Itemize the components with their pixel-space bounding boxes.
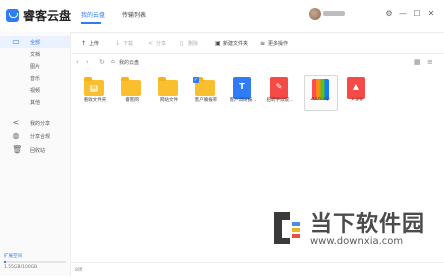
- folder-icon: ▭: [12, 37, 20, 46]
- more-actions-button[interactable]: ≡ 更多操作: [260, 40, 288, 48]
- avatar[interactable]: [309, 8, 321, 20]
- back-arrow-icon[interactable]: ‹: [76, 58, 79, 66]
- tab-transfer-list[interactable]: 传输列表: [122, 10, 146, 19]
- sidebar-item-my-share[interactable]: < 我的分享: [0, 117, 70, 129]
- upload-icon: ↑: [81, 40, 87, 47]
- download-button[interactable]: ↓ 下载: [115, 40, 133, 48]
- path-bar: ‹ › ↻ ⌂ 我的云盘 ▦ ≡: [71, 54, 444, 70]
- username-placeholder[interactable]: [323, 11, 345, 16]
- upload-button[interactable]: ↑ 上传: [81, 40, 99, 48]
- list-view-icon[interactable]: ≡: [427, 58, 433, 66]
- document-icon: T: [233, 77, 251, 99]
- share-button[interactable]: < 分享: [148, 40, 166, 48]
- watermark: 当下软件园 www.downxia.com: [268, 198, 444, 276]
- file-item-folder-website[interactable]: [153, 77, 185, 113]
- watermark-url: www.downxia.com: [310, 236, 404, 247]
- file-item-folder-receive[interactable]: ✉: [79, 77, 111, 113]
- app-brand: 睿客云盘: [23, 9, 72, 23]
- tab-my-cloud[interactable]: 我的云盘: [81, 10, 105, 19]
- gear-icon[interactable]: ⚙: [384, 9, 394, 19]
- trash-icon: ▯: [180, 40, 184, 47]
- folder-icon: [158, 77, 178, 96]
- sidebar-item-videos[interactable]: 视频: [0, 84, 70, 96]
- sidebar-item-all[interactable]: ▭ 全部: [0, 36, 70, 48]
- watermark-logo-icon: [274, 212, 300, 244]
- file-item-zip[interactable]: [304, 75, 338, 113]
- file-name: 看收文件夹: [83, 98, 107, 103]
- file-name: 客户调研报...: [229, 98, 257, 103]
- sidebar-item-others[interactable]: 其他: [0, 96, 70, 108]
- more-icon: ≡: [260, 40, 266, 47]
- file-name: 招聘手续说...: [266, 98, 294, 103]
- breadcrumb-my-cloud[interactable]: 我的云盘: [119, 59, 139, 66]
- toolbar: ↑ 上传 ↓ 下载 < 分享 ▯ 删除 ▣ 新建文件夹 ≡ 更多操作: [71, 33, 444, 54]
- storage-progress-fill: [4, 261, 6, 263]
- refresh-icon[interactable]: ↻: [99, 58, 105, 66]
- share-icon: <: [148, 40, 154, 47]
- active-tab-indicator: [81, 22, 101, 24]
- storage-expand-link[interactable]: 扩展空间: [4, 253, 22, 259]
- sidebar-item-recycle-bin[interactable]: 🗑 回收站: [0, 144, 70, 156]
- image-file-icon: ▲: [347, 77, 365, 99]
- trash-icon: 🗑: [12, 145, 23, 154]
- forward-arrow-icon[interactable]: ›: [86, 58, 89, 66]
- app-logo-icon: [6, 9, 19, 22]
- file-name: 2005.zip: [310, 97, 330, 102]
- storage-usage-text: 1.55GB/100GB: [4, 265, 38, 270]
- folder-icon: ✉: [84, 77, 104, 96]
- share-icon: <: [12, 118, 20, 127]
- envelope-icon: ✉: [90, 85, 98, 92]
- sidebar-item-images[interactable]: 图片: [0, 60, 70, 72]
- file-item-folder-customer[interactable]: ✓: [190, 77, 222, 113]
- home-icon[interactable]: ⌂: [111, 58, 115, 65]
- minimize-icon[interactable]: —: [398, 9, 408, 19]
- file-name: 网站文件: [160, 98, 178, 103]
- shield-icon: ◍: [12, 131, 20, 140]
- item-count: 8项: [75, 268, 83, 273]
- checkbox-checked-icon[interactable]: ✓: [193, 77, 199, 83]
- file-item-image[interactable]: ▲: [341, 77, 373, 113]
- maximize-icon[interactable]: ☐: [412, 9, 422, 19]
- new-folder-button[interactable]: ▣ 新建文件夹: [215, 40, 248, 48]
- sidebar: ▭ 全部 文档 图片 音乐 视频 其他 < 我的分享 ◍ 分享合规 🗑 回收站: [0, 32, 71, 276]
- close-icon[interactable]: ✕: [426, 9, 436, 19]
- file-item-folder-ruike[interactable]: [116, 77, 148, 113]
- sidebar-item-share-compliance[interactable]: ◍ 分享合规: [0, 130, 70, 142]
- pdf-icon: ✎: [270, 77, 288, 99]
- breadcrumb: ⌂ 我的云盘: [109, 57, 189, 66]
- sidebar-item-music[interactable]: 音乐: [0, 72, 70, 84]
- file-item-doc[interactable]: T: [227, 77, 259, 113]
- grid-view-icon[interactable]: ▦: [414, 58, 421, 66]
- title-bar: 睿客云盘 我的云盘 传输列表 ⚙ — ☐ ✕: [0, 0, 444, 33]
- watermark-title: 当下软件园: [310, 212, 426, 237]
- file-item-pdf[interactable]: ✎: [264, 77, 296, 113]
- folder-icon: [121, 77, 141, 96]
- file-name: 客户确报率: [194, 98, 218, 103]
- download-icon: ↓: [115, 40, 121, 47]
- new-folder-icon: ▣: [215, 40, 221, 47]
- delete-button[interactable]: ▯ 删除: [180, 40, 198, 48]
- file-name: 睿客网: [125, 98, 139, 103]
- storage-progress-bar: [4, 261, 66, 263]
- file-name: 2.jpg: [351, 97, 363, 102]
- sidebar-item-docs[interactable]: 文档: [0, 48, 70, 60]
